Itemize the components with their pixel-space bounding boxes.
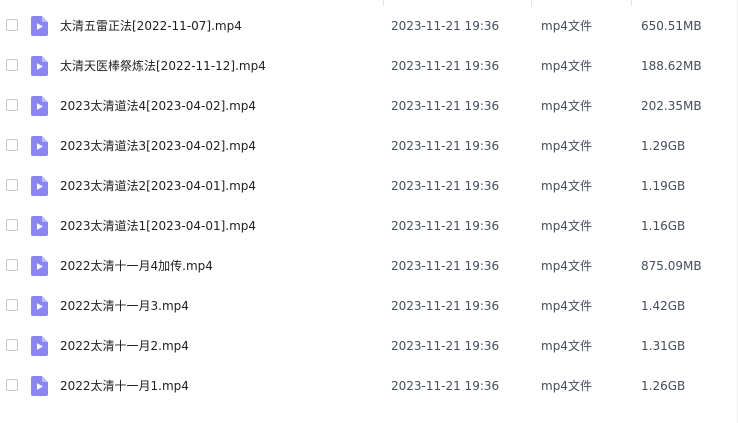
file-size: 1.16GB: [641, 219, 686, 233]
file-name[interactable]: 太清天医棒祭炼法[2022-11-12].mp4: [60, 46, 266, 86]
file-type: mp4文件: [541, 299, 592, 313]
video-file-icon: [31, 296, 48, 316]
file-row[interactable]: 2022太清十一月1.mp4 2023-11-21 19:36 mp4文件 1.…: [0, 366, 738, 406]
file-type: mp4文件: [541, 59, 592, 73]
file-name[interactable]: 2022太清十一月4加传.mp4: [60, 246, 213, 286]
file-row[interactable]: 太清五雷正法[2022-11-07].mp4 2023-11-21 19:36 …: [0, 6, 738, 46]
file-modified-date: 2023-11-21 19:36: [391, 259, 500, 273]
file-modified-date: 2023-11-21 19:36: [391, 339, 500, 353]
row-checkbox[interactable]: [6, 59, 18, 71]
video-file-icon: [31, 376, 48, 396]
row-checkbox[interactable]: [6, 379, 18, 391]
file-name[interactable]: 2023太清道法4[2023-04-02].mp4: [60, 86, 256, 126]
file-modified-date: 2023-11-21 19:36: [391, 179, 500, 193]
file-size: 1.42GB: [641, 299, 686, 313]
file-type: mp4文件: [541, 139, 592, 153]
file-size: 875.09MB: [641, 259, 702, 273]
file-name[interactable]: 2023太清道法3[2023-04-02].mp4: [60, 126, 256, 166]
file-row[interactable]: 2022太清十一月3.mp4 2023-11-21 19:36 mp4文件 1.…: [0, 286, 738, 326]
video-file-icon: [31, 56, 48, 76]
file-list: 太清五雷正法[2022-11-07].mp4 2023-11-21 19:36 …: [0, 6, 738, 406]
video-file-icon: [31, 16, 48, 36]
file-size: 1.29GB: [641, 139, 686, 153]
file-name[interactable]: 2022太清十一月3.mp4: [60, 286, 189, 326]
file-modified-date: 2023-11-21 19:36: [391, 19, 500, 33]
row-checkbox[interactable]: [6, 99, 18, 111]
file-type: mp4文件: [541, 379, 592, 393]
file-modified-date: 2023-11-21 19:36: [391, 299, 500, 313]
file-row[interactable]: 2023太清道法1[2023-04-01].mp4 2023-11-21 19:…: [0, 206, 738, 246]
file-name[interactable]: 2023太清道法2[2023-04-01].mp4: [60, 166, 256, 206]
row-checkbox[interactable]: [6, 219, 18, 231]
video-file-icon: [31, 216, 48, 236]
file-row[interactable]: 2023太清道法4[2023-04-02].mp4 2023-11-21 19:…: [0, 86, 738, 126]
file-row[interactable]: 2022太清十一月2.mp4 2023-11-21 19:36 mp4文件 1.…: [0, 326, 738, 366]
file-name[interactable]: 2023太清道法1[2023-04-01].mp4: [60, 206, 256, 246]
file-name[interactable]: 太清五雷正法[2022-11-07].mp4: [60, 6, 242, 46]
row-checkbox[interactable]: [6, 299, 18, 311]
row-checkbox[interactable]: [6, 19, 18, 31]
file-type: mp4文件: [541, 339, 592, 353]
video-file-icon: [31, 176, 48, 196]
file-size: 650.51MB: [641, 19, 702, 33]
row-checkbox[interactable]: [6, 339, 18, 351]
file-size: 1.26GB: [641, 379, 686, 393]
file-modified-date: 2023-11-21 19:36: [391, 99, 500, 113]
file-row[interactable]: 2022太清十一月4加传.mp4 2023-11-21 19:36 mp4文件 …: [0, 246, 738, 286]
video-file-icon: [31, 136, 48, 156]
file-row[interactable]: 2023太清道法2[2023-04-01].mp4 2023-11-21 19:…: [0, 166, 738, 206]
file-modified-date: 2023-11-21 19:36: [391, 59, 500, 73]
file-type: mp4文件: [541, 99, 592, 113]
file-modified-date: 2023-11-21 19:36: [391, 379, 500, 393]
video-file-icon: [31, 96, 48, 116]
file-size: 1.19GB: [641, 179, 686, 193]
file-size: 1.31GB: [641, 339, 686, 353]
file-size: 188.62MB: [641, 59, 702, 73]
file-modified-date: 2023-11-21 19:36: [391, 219, 500, 233]
file-type: mp4文件: [541, 259, 592, 273]
file-row[interactable]: 太清天医棒祭炼法[2022-11-12].mp4 2023-11-21 19:3…: [0, 46, 738, 86]
file-name[interactable]: 2022太清十一月2.mp4: [60, 326, 189, 366]
file-type: mp4文件: [541, 19, 592, 33]
video-file-icon: [31, 256, 48, 276]
row-checkbox[interactable]: [6, 179, 18, 191]
file-type: mp4文件: [541, 219, 592, 233]
file-type: mp4文件: [541, 179, 592, 193]
row-checkbox[interactable]: [6, 139, 18, 151]
file-size: 202.35MB: [641, 99, 702, 113]
file-modified-date: 2023-11-21 19:36: [391, 139, 500, 153]
file-name[interactable]: 2022太清十一月1.mp4: [60, 366, 189, 406]
video-file-icon: [31, 336, 48, 356]
row-checkbox[interactable]: [6, 259, 18, 271]
file-row[interactable]: 2023太清道法3[2023-04-02].mp4 2023-11-21 19:…: [0, 126, 738, 166]
